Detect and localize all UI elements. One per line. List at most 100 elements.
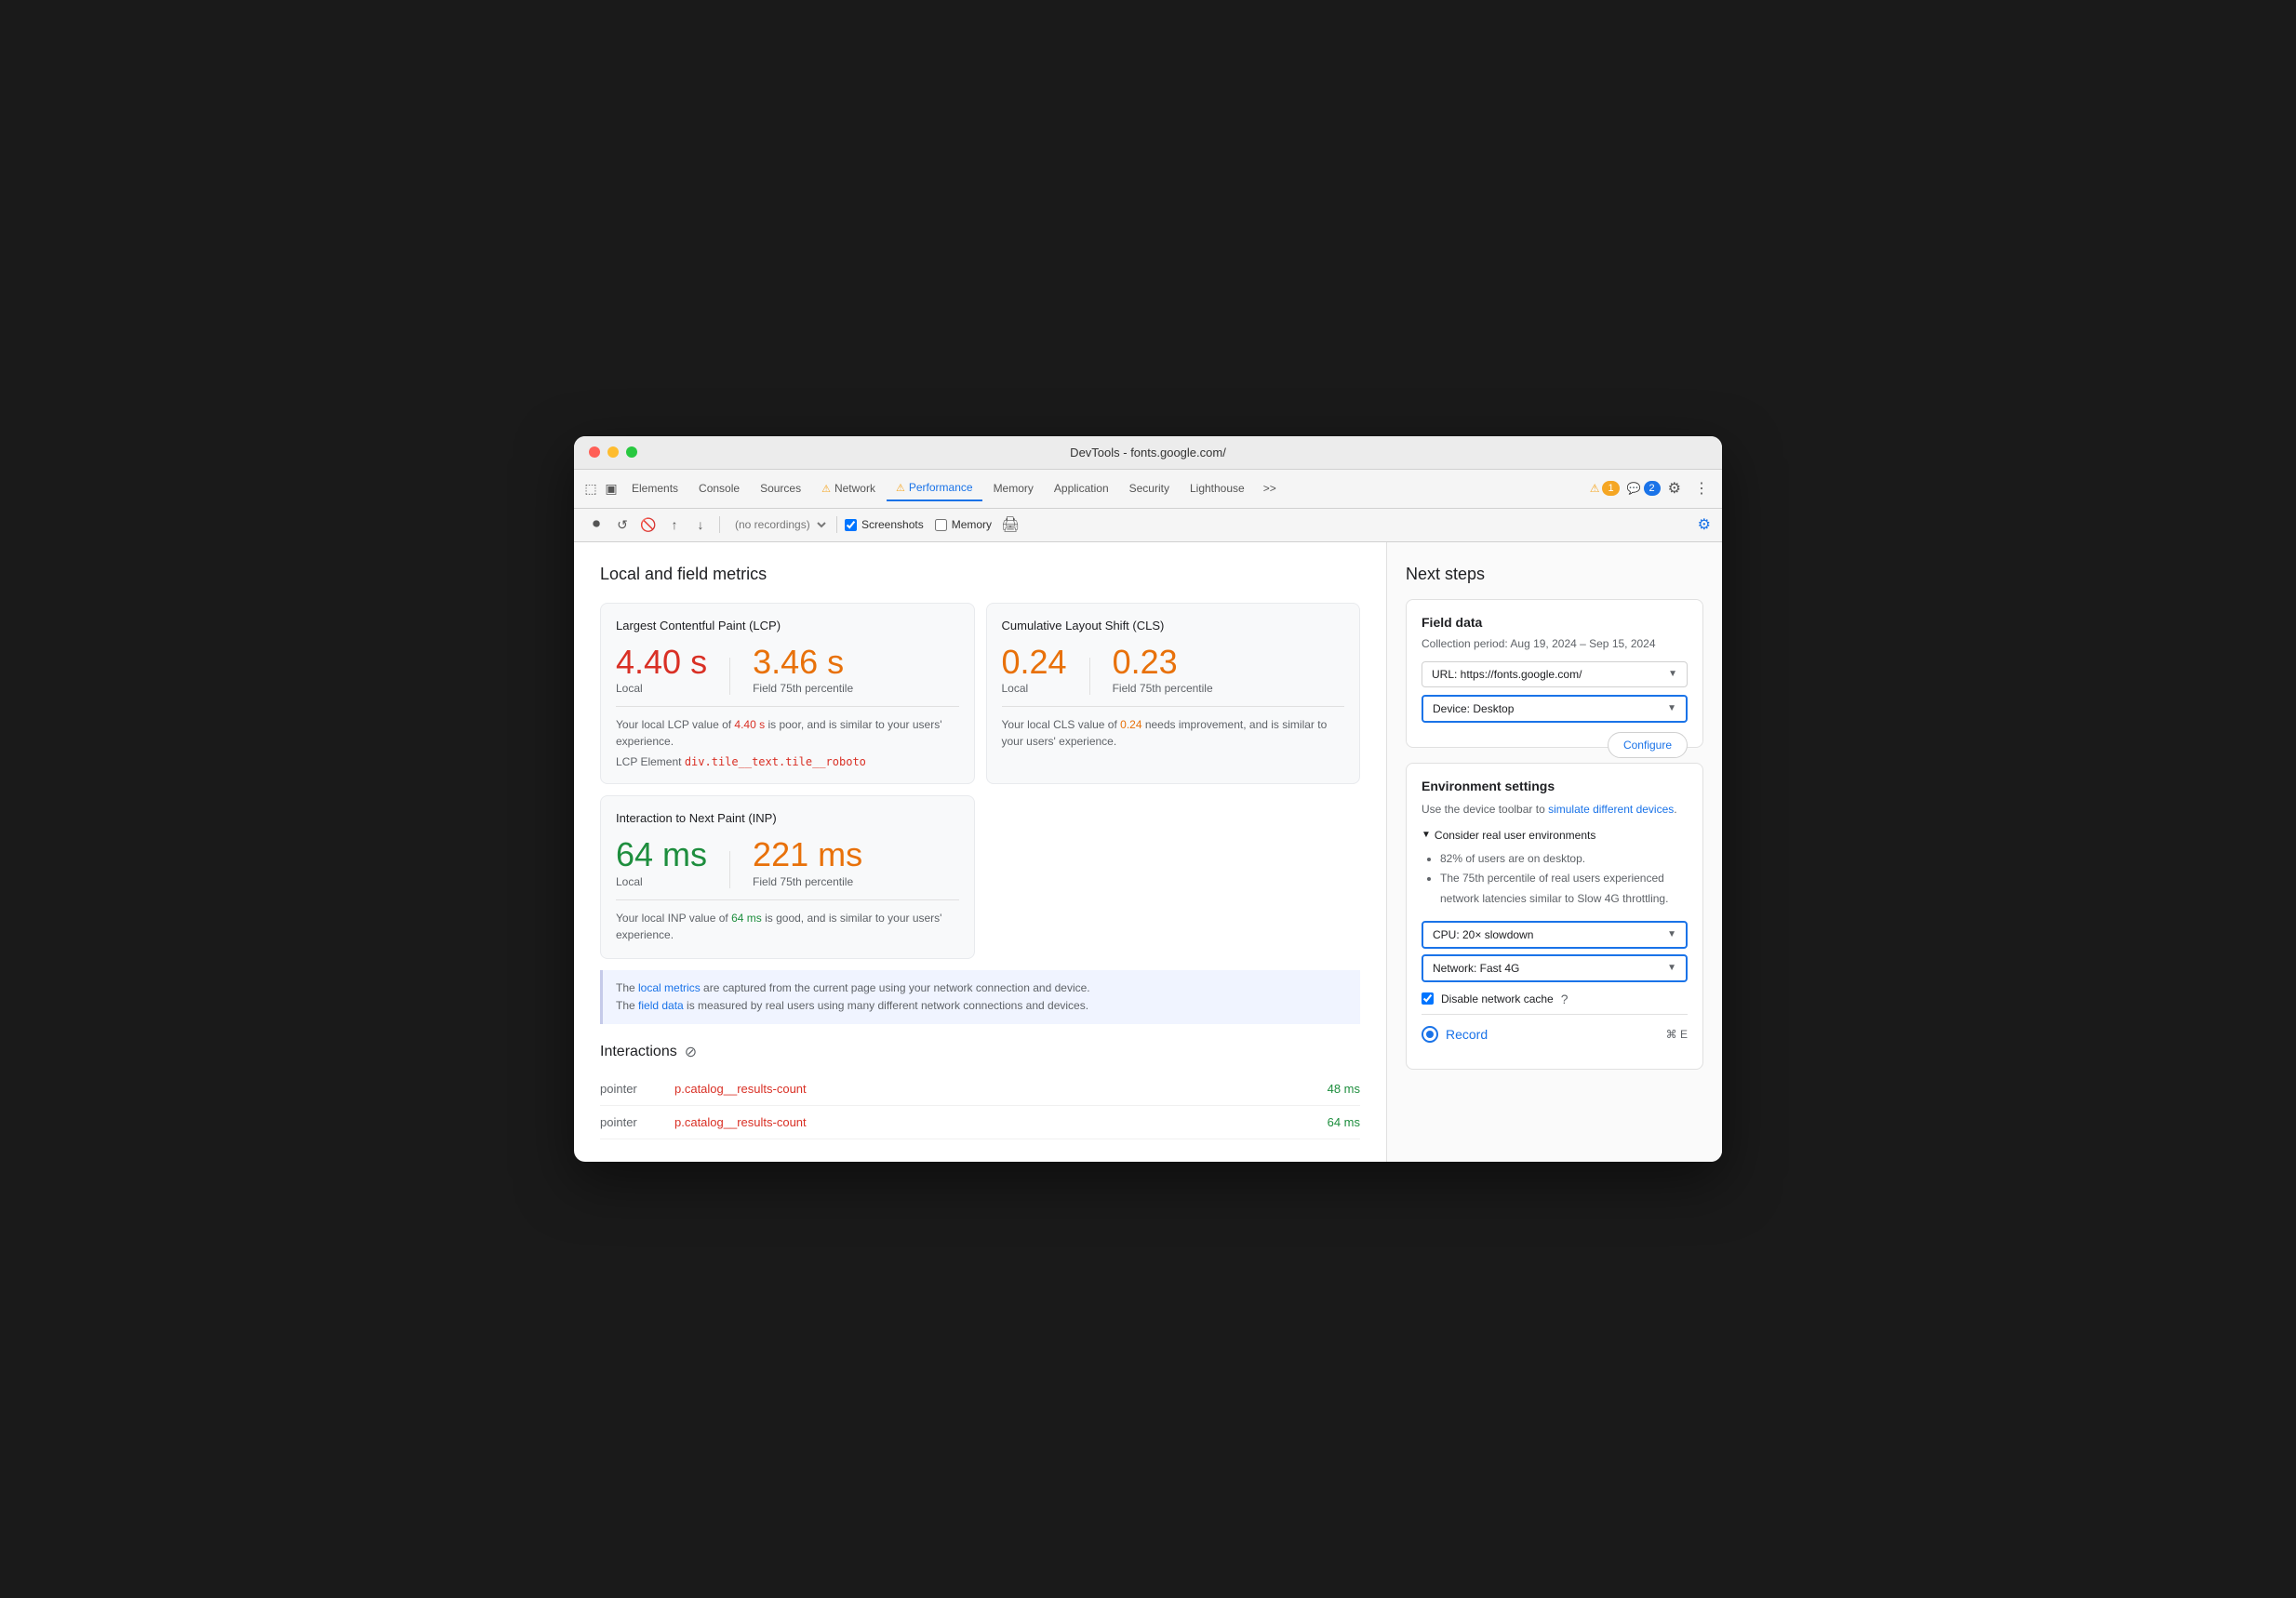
recording-select[interactable]: (no recordings) (728, 515, 829, 534)
cls-field-value: 0.23 (1113, 644, 1213, 681)
minimize-button[interactable] (607, 446, 619, 458)
interactions-section: Interactions ⊘ pointer p.catalog__result… (600, 1043, 1360, 1139)
lcp-description: Your local LCP value of 4.40 s is poor, … (616, 706, 959, 750)
main-content: Local and field metrics Largest Contentf… (574, 542, 1722, 1163)
lcp-local-value: 4.40 s (616, 644, 707, 681)
tab-sources[interactable]: Sources (751, 476, 810, 500)
cls-title: Cumulative Layout Shift (CLS) (1002, 619, 1345, 633)
inp-values: 64 ms Local 221 ms Field 75th percentile (616, 836, 959, 888)
info-box: The local metrics are captured from the … (600, 970, 1360, 1024)
interaction-element-1[interactable]: p.catalog__results-count (674, 1082, 1328, 1096)
interaction-element-2[interactable]: p.catalog__results-count (674, 1115, 1328, 1129)
lcp-values: 4.40 s Local 3.46 s Field 75th percentil… (616, 644, 959, 696)
next-steps-title: Next steps (1406, 565, 1703, 584)
configure-button[interactable]: Configure (1608, 732, 1688, 758)
field-data-link[interactable]: field data (638, 999, 684, 1012)
cpu-select[interactable]: CPU: 20× slowdown ▼ (1422, 921, 1688, 949)
toolbar-settings-icon[interactable]: ⚙ (1698, 515, 1711, 534)
field-data-title: Field data (1422, 615, 1688, 630)
titlebar: DevTools - fonts.google.com/ (574, 436, 1722, 470)
environment-title: Environment settings (1422, 779, 1688, 793)
cls-field-label: Field 75th percentile (1113, 682, 1213, 695)
memory-checkbox-label[interactable]: Memory (935, 518, 992, 531)
screenshots-checkbox-label[interactable]: Screenshots (845, 518, 924, 531)
field-data-card: Field data Collection period: Aug 19, 20… (1406, 599, 1703, 748)
refresh-button[interactable]: ↺ (611, 513, 634, 536)
lcp-divider (729, 658, 730, 695)
interaction-type-2: pointer (600, 1115, 674, 1129)
inp-field-label: Field 75th percentile (753, 875, 862, 888)
tab-security[interactable]: Security (1120, 476, 1179, 500)
memory-checkbox[interactable] (935, 519, 947, 531)
warning-badge: 1 (1602, 481, 1619, 496)
tab-performance[interactable]: ⚠ Performance (887, 475, 982, 501)
download-button[interactable]: ↓ (689, 513, 712, 536)
upload-button[interactable]: ↑ (663, 513, 686, 536)
record-button[interactable]: ⏺ (585, 513, 607, 536)
inp-field-value: 221 ms (753, 836, 862, 873)
simulate-devices-link[interactable]: simulate different devices (1548, 803, 1674, 816)
inp-local-block: 64 ms Local (616, 836, 707, 888)
consider-real-users-header[interactable]: ▼ Consider real user environments (1422, 829, 1688, 842)
tab-lighthouse[interactable]: Lighthouse (1181, 476, 1254, 500)
tab-memory[interactable]: Memory (984, 476, 1043, 500)
toolbar-separator-1 (719, 516, 720, 533)
interaction-type-1: pointer (600, 1082, 674, 1096)
blocked-icon: ⊘ (685, 1043, 697, 1061)
lcp-title: Largest Contentful Paint (LCP) (616, 619, 959, 633)
cpu-select-row: CPU: 20× slowdown ▼ (1422, 921, 1688, 949)
bullet-1: 82% of users are on desktop. (1440, 849, 1688, 870)
tab-badges: ⚠ 1 💬 2 (1590, 481, 1661, 496)
lcp-local-block: 4.40 s Local (616, 644, 707, 696)
settings-icon[interactable]: ⚙ (1662, 475, 1687, 501)
inspect-icon[interactable]: ⬚ (581, 479, 600, 498)
tab-application[interactable]: Application (1045, 476, 1118, 500)
performance-warning-icon: ⚠ (896, 482, 905, 494)
tab-elements[interactable]: Elements (622, 476, 687, 500)
cls-highlight: 0.24 (1120, 718, 1141, 731)
cls-divider (1089, 658, 1090, 695)
network-warning-icon: ⚠ (821, 483, 831, 495)
clear-button[interactable]: 🚫 (637, 513, 660, 536)
info-badge: 2 (1644, 481, 1661, 496)
record-action-button[interactable]: Record (1422, 1026, 1488, 1043)
inp-divider (729, 851, 730, 888)
cpu-select-arrow: ▼ (1667, 929, 1676, 939)
more-options-icon[interactable]: ⋮ (1689, 475, 1715, 501)
record-circle-icon (1422, 1026, 1438, 1043)
more-tabs-button[interactable]: >> (1256, 478, 1284, 499)
help-icon[interactable]: ? (1561, 992, 1568, 1006)
tab-network[interactable]: ⚠ Network (812, 476, 885, 500)
inp-row: Interaction to Next Paint (INP) 64 ms Lo… (600, 795, 975, 959)
lcp-element: LCP Element div.tile__text.tile__roboto (616, 755, 959, 768)
memory-flame-icon[interactable]: 🖨 (1001, 515, 1020, 534)
disable-cache-label: Disable network cache (1441, 992, 1554, 1005)
cls-card: Cumulative Layout Shift (CLS) 0.24 Local… (986, 603, 1361, 785)
url-select[interactable]: URL: https://fonts.google.com/ ▼ (1422, 661, 1688, 687)
environment-description: Use the device toolbar to simulate diffe… (1422, 801, 1688, 818)
inp-highlight: 64 ms (731, 912, 762, 925)
interaction-time-2: 64 ms (1328, 1115, 1360, 1129)
lcp-local-label: Local (616, 682, 707, 695)
network-select[interactable]: Network: Fast 4G ▼ (1422, 954, 1688, 982)
interaction-time-1: 48 ms (1328, 1082, 1360, 1096)
bullet-2: The 75th percentile of real users experi… (1440, 869, 1688, 909)
cls-field-block: 0.23 Field 75th percentile (1113, 644, 1213, 696)
device-select-arrow: ▼ (1667, 703, 1676, 713)
env-selects: CPU: 20× slowdown ▼ Network: Fast 4G ▼ (1422, 921, 1688, 982)
metrics-grid-top: Largest Contentful Paint (LCP) 4.40 s Lo… (600, 603, 1360, 785)
url-select-arrow: ▼ (1668, 669, 1677, 679)
performance-toolbar: ⏺ ↺ 🚫 ↑ ↓ (no recordings) Screenshots Me… (574, 509, 1722, 542)
device-icon[interactable]: ▣ (602, 479, 621, 498)
disable-cache-checkbox[interactable] (1422, 992, 1434, 1005)
cls-description: Your local CLS value of 0.24 needs impro… (1002, 706, 1345, 750)
screenshots-checkbox[interactable] (845, 519, 857, 531)
local-metrics-link[interactable]: local metrics (638, 981, 701, 994)
close-button[interactable] (589, 446, 600, 458)
maximize-button[interactable] (626, 446, 637, 458)
tab-console[interactable]: Console (689, 476, 749, 500)
device-select[interactable]: Device: Desktop ▼ (1422, 695, 1688, 723)
lcp-field-value: 3.46 s (753, 644, 853, 681)
bullet-list: 82% of users are on desktop. The 75th pe… (1422, 849, 1688, 910)
network-select-arrow: ▼ (1667, 963, 1676, 973)
